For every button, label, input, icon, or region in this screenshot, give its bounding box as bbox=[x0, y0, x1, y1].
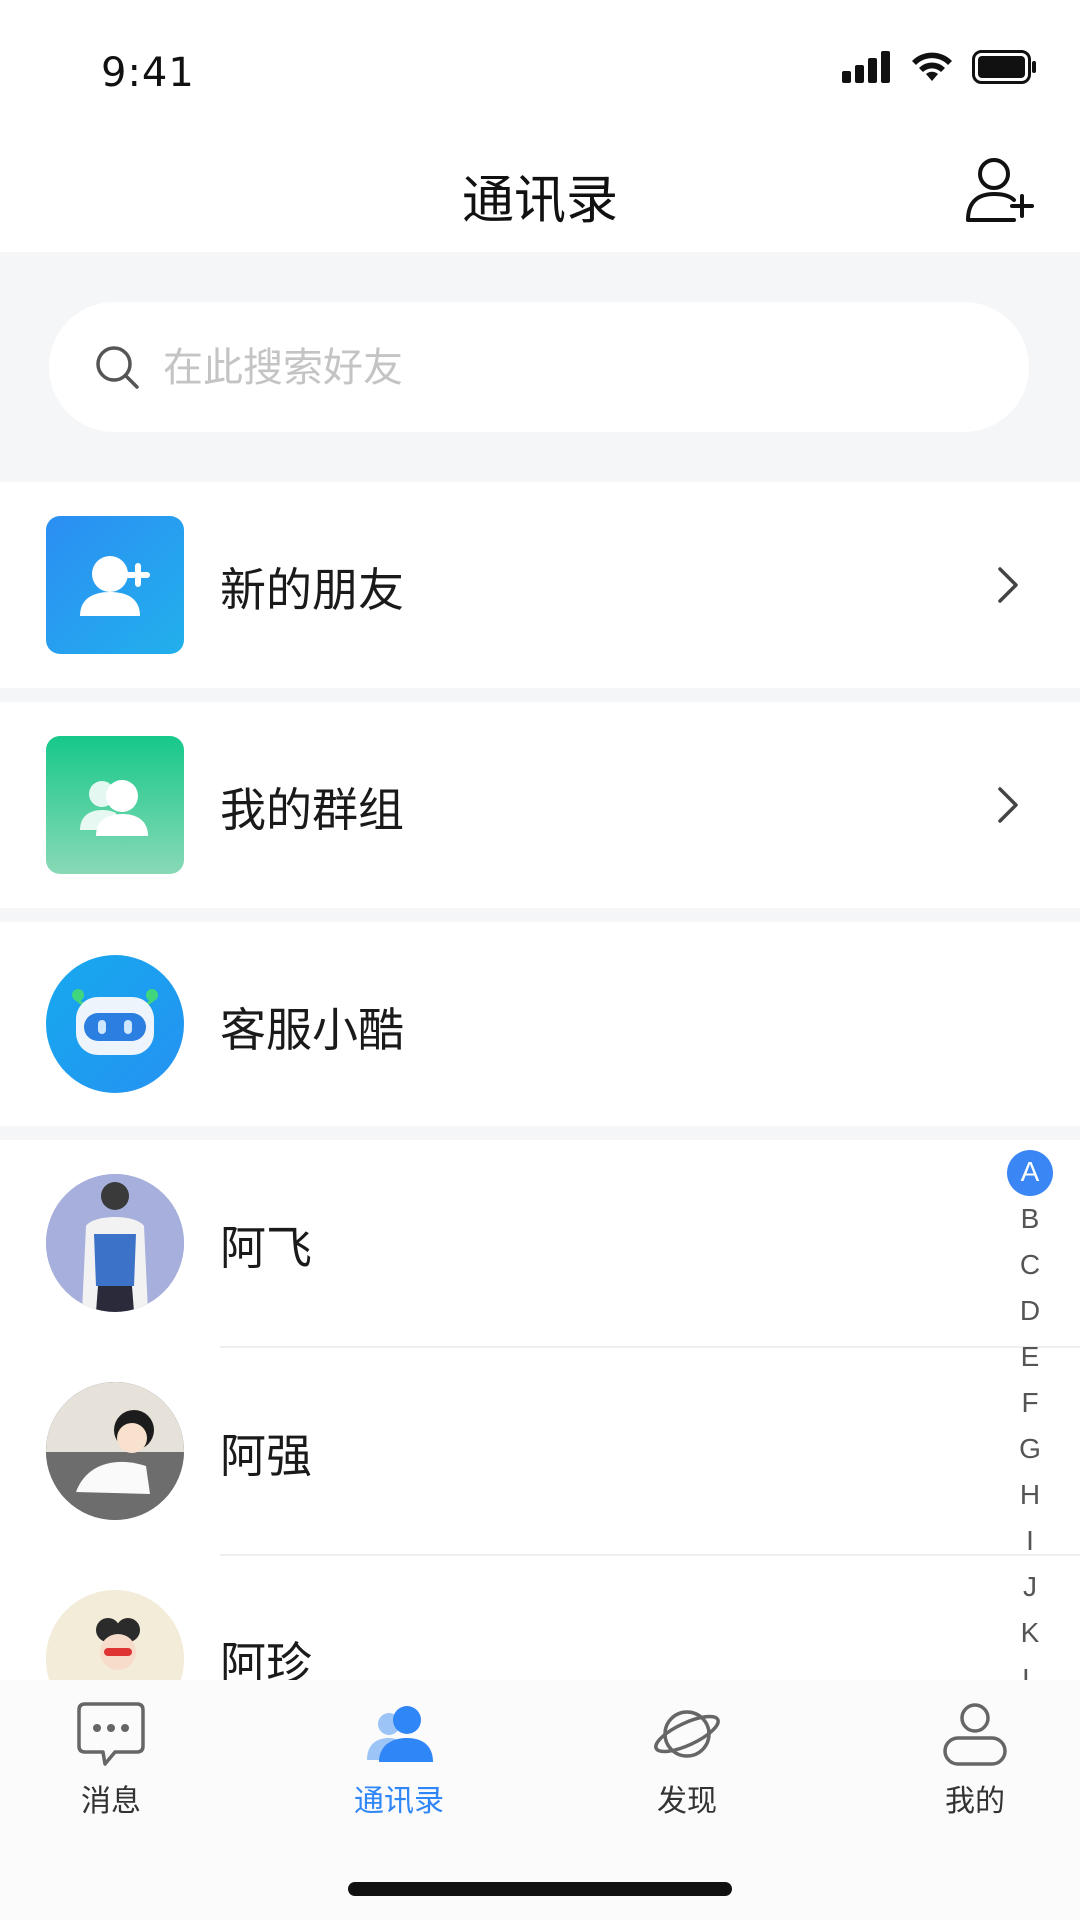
avatar-image bbox=[46, 1174, 184, 1312]
index-letter[interactable]: D bbox=[980, 1295, 1080, 1327]
contact-name: 阿飞 bbox=[220, 1221, 312, 1275]
contact-avatar bbox=[46, 1382, 184, 1520]
index-letter[interactable]: A bbox=[980, 1156, 1080, 1188]
index-letter[interactable]: C bbox=[980, 1249, 1080, 1281]
contact-row[interactable]: 阿强 bbox=[0, 1348, 980, 1554]
new-friends-row[interactable]: 新的朋友 bbox=[0, 482, 1080, 688]
new-friends-label: 新的朋友 bbox=[220, 563, 404, 617]
discover-planet-icon bbox=[654, 1710, 720, 1758]
add-user-icon bbox=[966, 158, 1034, 222]
index-letter[interactable]: K bbox=[980, 1617, 1080, 1649]
robot-avatar bbox=[46, 955, 184, 1093]
profile-icon bbox=[943, 1703, 1007, 1766]
contact-avatar bbox=[46, 1174, 184, 1312]
index-letter[interactable]: I bbox=[980, 1525, 1080, 1557]
search-icon bbox=[96, 346, 139, 389]
my-groups-row[interactable]: 我的群组 bbox=[0, 702, 1080, 908]
tab-label: 我的 bbox=[945, 1784, 1005, 1819]
tab-messages[interactable]: 消息 bbox=[11, 1700, 211, 1830]
battery-icon bbox=[972, 50, 1036, 84]
chevron-right-icon bbox=[998, 567, 1018, 603]
search-area bbox=[0, 252, 1080, 482]
index-letter[interactable]: L bbox=[980, 1663, 1080, 1680]
status-bar: 9:41 bbox=[0, 0, 1080, 132]
page-title: 通讯录 bbox=[461, 171, 618, 231]
chevron-right-icon bbox=[998, 787, 1018, 823]
index-letter[interactable]: G bbox=[980, 1433, 1080, 1465]
wifi-icon bbox=[912, 52, 952, 81]
new-friends-tile bbox=[46, 516, 184, 654]
add-friend-button[interactable] bbox=[964, 154, 1036, 226]
search-box[interactable] bbox=[49, 302, 1029, 434]
my-groups-label: 我的群组 bbox=[220, 783, 404, 837]
tab-label: 消息 bbox=[81, 1784, 141, 1819]
contact-name: 阿强 bbox=[220, 1429, 312, 1483]
tab-profile[interactable]: 我的 bbox=[875, 1700, 1075, 1830]
avatar-image bbox=[46, 1382, 184, 1520]
robot-icon bbox=[72, 989, 158, 1055]
status-time: 9:41 bbox=[101, 50, 195, 96]
add-user-icon bbox=[80, 556, 150, 616]
index-letter[interactable]: H bbox=[980, 1479, 1080, 1511]
home-indicator bbox=[348, 1882, 732, 1896]
tab-contacts[interactable]: 通讯录 bbox=[299, 1700, 499, 1830]
group-icon bbox=[80, 780, 148, 836]
contacts-icon bbox=[367, 1706, 433, 1762]
tab-discover[interactable]: 发现 bbox=[587, 1700, 787, 1830]
contact-list: 阿飞 阿强 阿珍 bbox=[0, 1140, 1080, 1728]
alphabet-index[interactable]: A B C D E F G H I J K L bbox=[980, 1150, 1080, 1680]
customer-service-row[interactable]: 客服小酷 bbox=[0, 922, 1080, 1126]
index-letter[interactable]: B bbox=[980, 1203, 1080, 1235]
index-letter[interactable]: E bbox=[980, 1341, 1080, 1373]
contact-row[interactable]: 阿飞 bbox=[0, 1140, 980, 1346]
index-letter[interactable]: J bbox=[980, 1571, 1080, 1603]
customer-service-label: 客服小酷 bbox=[220, 1003, 404, 1057]
my-groups-tile bbox=[46, 736, 184, 874]
message-icon bbox=[77, 1702, 145, 1766]
signal-icon bbox=[842, 51, 890, 83]
search-input[interactable] bbox=[161, 302, 985, 434]
tab-label: 发现 bbox=[657, 1784, 717, 1819]
status-icons bbox=[842, 50, 1038, 84]
index-letter[interactable]: F bbox=[980, 1387, 1080, 1419]
tab-label: 通讯录 bbox=[354, 1784, 444, 1819]
nav-bar: 通讯录 bbox=[0, 132, 1080, 252]
